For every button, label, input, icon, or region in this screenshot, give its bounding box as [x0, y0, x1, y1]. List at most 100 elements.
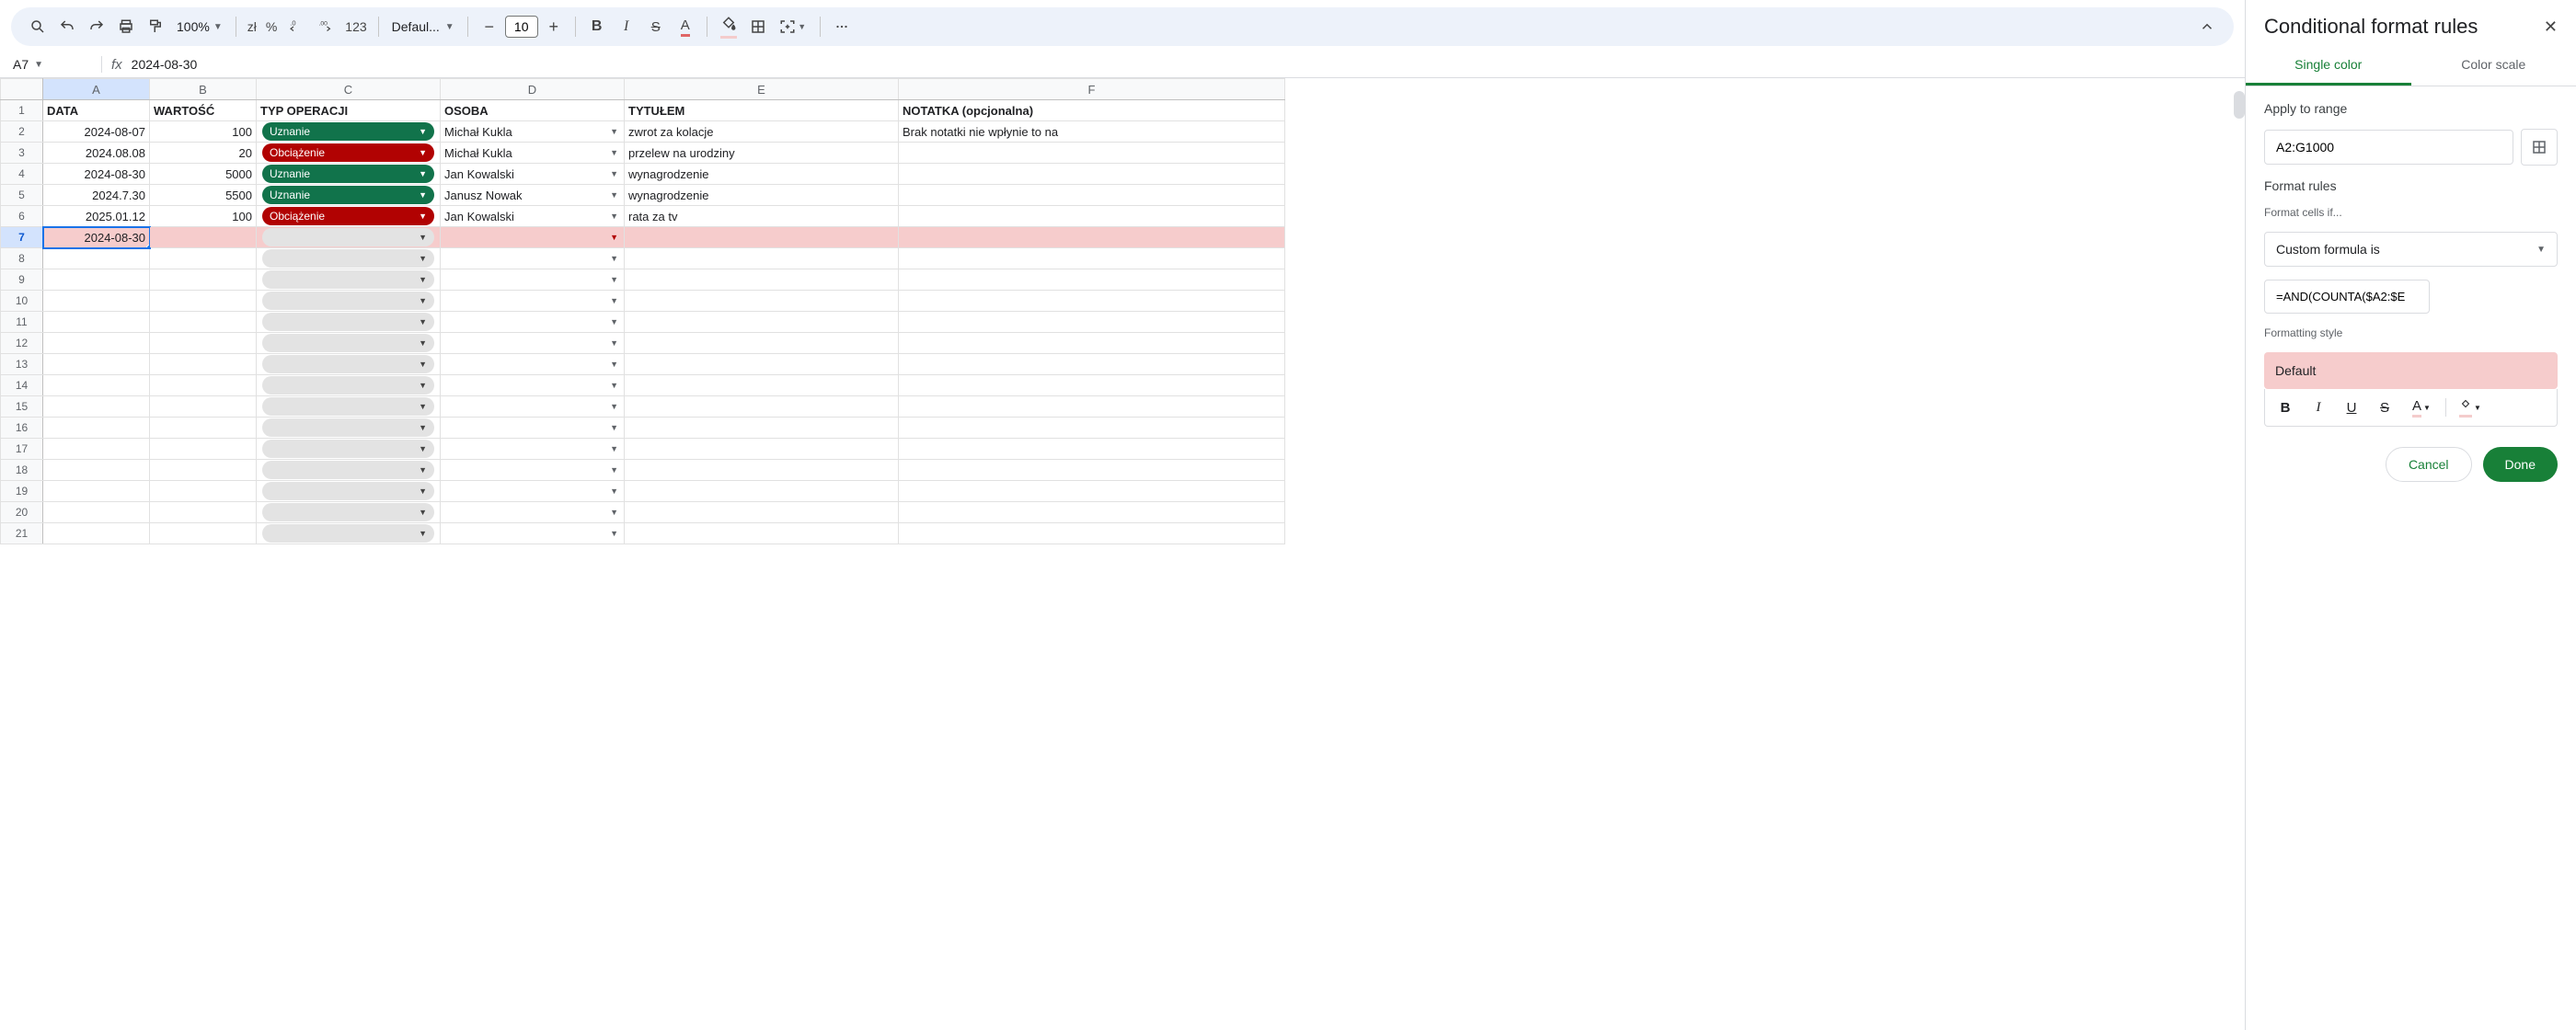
dropdown-icon[interactable]: ▼ — [610, 444, 618, 453]
cell[interactable]: rata za tv — [625, 206, 899, 227]
cell[interactable] — [899, 185, 1285, 206]
cell[interactable] — [899, 439, 1285, 460]
cell[interactable] — [899, 312, 1285, 333]
cell[interactable] — [150, 523, 257, 544]
cell[interactable] — [899, 354, 1285, 375]
cell[interactable]: ▼ — [257, 460, 441, 481]
cell[interactable] — [899, 206, 1285, 227]
close-icon[interactable]: ✕ — [2544, 17, 2558, 37]
cell[interactable]: przelew na urodziny — [625, 143, 899, 164]
col-header[interactable]: B — [150, 79, 257, 100]
spreadsheet-grid[interactable]: ABCDEF1DATAWARTOŚĆTYP OPERACJIOSOBATYTUŁ… — [0, 78, 2245, 1030]
tab-single-color[interactable]: Single color — [2246, 46, 2411, 86]
cell[interactable] — [43, 396, 150, 418]
row-header[interactable]: 15 — [1, 396, 43, 418]
cell[interactable]: ▼ — [441, 354, 625, 375]
row-header[interactable]: 2 — [1, 121, 43, 143]
cell[interactable]: ▼ — [257, 269, 441, 291]
dropdown-icon[interactable]: ▼ — [610, 338, 618, 348]
type-chip[interactable]: ▼ — [262, 313, 434, 331]
cell[interactable] — [43, 523, 150, 544]
collapse-icon[interactable] — [2193, 13, 2221, 40]
font-size-input[interactable] — [505, 16, 538, 38]
type-chip[interactable]: ▼ — [262, 376, 434, 395]
row-header[interactable]: 20 — [1, 502, 43, 523]
dropdown-icon[interactable]: ▼ — [610, 190, 618, 200]
paint-format-icon[interactable] — [142, 13, 169, 40]
cell[interactable] — [150, 396, 257, 418]
bold-button[interactable]: B — [2272, 395, 2298, 420]
cell[interactable] — [43, 375, 150, 396]
cell[interactable]: ▼ — [441, 227, 625, 248]
type-chip[interactable]: Uznanie▼ — [262, 165, 434, 183]
type-chip[interactable]: ▼ — [262, 503, 434, 521]
type-chip[interactable]: ▼ — [262, 334, 434, 352]
dropdown-icon[interactable]: ▼ — [610, 212, 618, 221]
cell[interactable]: ▼ — [441, 481, 625, 502]
cell[interactable] — [150, 439, 257, 460]
cell[interactable] — [43, 460, 150, 481]
decrease-decimal-icon[interactable]: .0 — [282, 13, 310, 40]
select-all-corner[interactable] — [1, 79, 43, 100]
vertical-scrollbar[interactable] — [2234, 91, 2245, 119]
dropdown-icon[interactable]: ▼ — [610, 233, 618, 242]
cell[interactable]: Uznanie▼ — [257, 185, 441, 206]
cell[interactable] — [43, 333, 150, 354]
cell[interactable] — [150, 248, 257, 269]
cell[interactable] — [150, 291, 257, 312]
currency-button[interactable]: zł — [244, 13, 260, 40]
dropdown-icon[interactable]: ▼ — [610, 127, 618, 136]
increase-decimal-icon[interactable]: .00 — [312, 13, 339, 40]
cell[interactable]: ▼ — [441, 460, 625, 481]
cell[interactable] — [625, 248, 899, 269]
cell[interactable] — [150, 354, 257, 375]
header-cell[interactable]: OSOBA — [441, 100, 625, 121]
cell[interactable] — [899, 248, 1285, 269]
strike-button[interactable]: S — [642, 13, 670, 40]
row-header[interactable]: 3 — [1, 143, 43, 164]
cell[interactable]: ▼ — [257, 523, 441, 544]
cell[interactable]: Obciążenie▼ — [257, 143, 441, 164]
row-header[interactable]: 1 — [1, 100, 43, 121]
cell[interactable] — [150, 227, 257, 248]
cell[interactable]: ▼ — [441, 439, 625, 460]
cell[interactable] — [43, 481, 150, 502]
row-header[interactable]: 21 — [1, 523, 43, 544]
done-button[interactable]: Done — [2483, 447, 2558, 482]
cell[interactable] — [150, 460, 257, 481]
cell[interactable] — [150, 269, 257, 291]
cell[interactable]: 2024.7.30 — [43, 185, 150, 206]
borders-button[interactable] — [744, 13, 772, 40]
selected-cell[interactable]: 2024-08-30 — [43, 227, 150, 248]
cell[interactable]: 2024-08-07 — [43, 121, 150, 143]
merge-button[interactable]: ▼ — [774, 13, 812, 40]
cell[interactable] — [625, 481, 899, 502]
row-header[interactable]: 9 — [1, 269, 43, 291]
bold-button[interactable]: B — [583, 13, 611, 40]
cell[interactable] — [43, 418, 150, 439]
cell[interactable]: 100 — [150, 121, 257, 143]
cell[interactable]: Brak notatki nie wpłynie to na — [899, 121, 1285, 143]
type-chip[interactable]: ▼ — [262, 355, 434, 373]
zoom-select[interactable]: 100%▼ — [171, 19, 228, 34]
type-chip[interactable]: ▼ — [262, 270, 434, 289]
cell[interactable]: ▼ — [441, 523, 625, 544]
type-chip[interactable]: Obciążenie▼ — [262, 207, 434, 225]
cell[interactable] — [899, 375, 1285, 396]
row-header[interactable]: 11 — [1, 312, 43, 333]
cell[interactable]: Obciążenie▼ — [257, 206, 441, 227]
cell[interactable]: Michał Kukla▼ — [441, 143, 625, 164]
cell[interactable]: wynagrodzenie — [625, 164, 899, 185]
col-header[interactable]: A — [43, 79, 150, 100]
row-header[interactable]: 8 — [1, 248, 43, 269]
undo-icon[interactable] — [53, 13, 81, 40]
cell[interactable] — [899, 164, 1285, 185]
more-formats-button[interactable]: 123 — [341, 13, 370, 40]
type-chip[interactable]: ▼ — [262, 397, 434, 416]
cell[interactable]: Michał Kukla▼ — [441, 121, 625, 143]
col-header[interactable]: D — [441, 79, 625, 100]
range-input[interactable] — [2264, 130, 2513, 165]
cell[interactable]: ▼ — [257, 333, 441, 354]
print-icon[interactable] — [112, 13, 140, 40]
type-chip[interactable]: ▼ — [262, 249, 434, 268]
